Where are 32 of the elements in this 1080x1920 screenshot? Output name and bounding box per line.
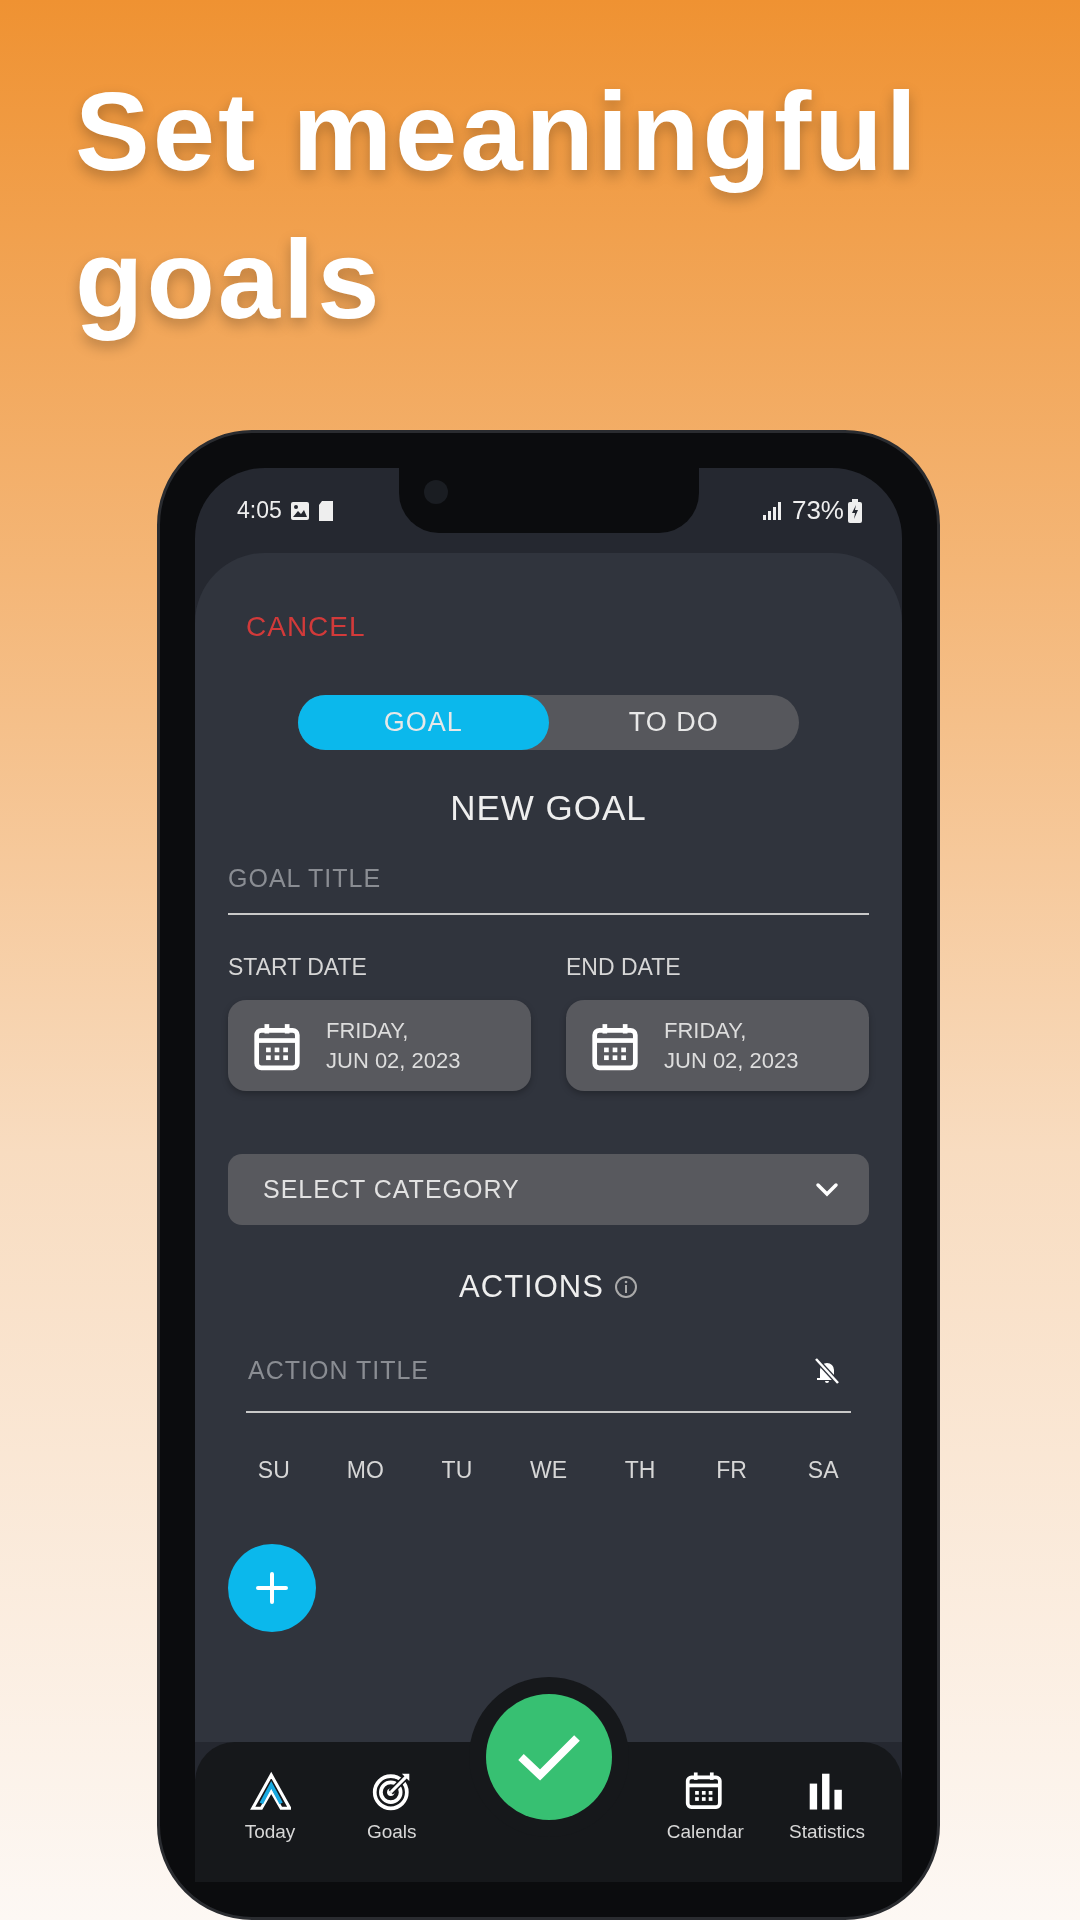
date-label: START DATE bbox=[228, 955, 368, 979]
section-title: ACTIONS bbox=[459, 1267, 604, 1306]
chevron-down-icon bbox=[815, 1181, 839, 1198]
action-title-field[interactable]: ACTION TITLE bbox=[246, 1329, 851, 1413]
nav-tab[interactable]: Today bbox=[215, 1742, 325, 1882]
nav-tab[interactable]: Goals bbox=[336, 1742, 447, 1882]
goal-title-field[interactable]: GOAL TITLE bbox=[228, 843, 869, 915]
form-title: NEW GOAL bbox=[449, 787, 648, 829]
weekday-toggle[interactable]: FR bbox=[685, 1453, 778, 1488]
signal-icon bbox=[761, 500, 784, 521]
date-label: END DATE bbox=[566, 955, 682, 979]
weekday-toggle[interactable]: WE bbox=[502, 1453, 595, 1488]
info-icon[interactable] bbox=[613, 1275, 638, 1299]
sd-card-icon bbox=[317, 499, 334, 522]
weekday-toggle[interactable]: SA bbox=[777, 1453, 869, 1488]
status-time: 4:05 bbox=[237, 496, 282, 526]
battery-percent: 73% bbox=[791, 494, 844, 527]
category-dropdown[interactable]: SELECT CATEGORY bbox=[228, 1154, 869, 1225]
battery-charging-icon bbox=[848, 498, 862, 523]
weekday-toggle[interactable]: MO bbox=[319, 1453, 412, 1488]
weekday-toggle[interactable]: SU bbox=[228, 1453, 320, 1488]
plus-icon bbox=[255, 1570, 289, 1605]
peak-logo-icon bbox=[249, 1770, 291, 1812]
nav-tab[interactable]: Statistics bbox=[772, 1742, 882, 1882]
weekday-toggle[interactable]: TU bbox=[411, 1453, 503, 1488]
headline: Set meaningful goals bbox=[74, 68, 921, 344]
date-picker-button[interactable]: FRIDAY, JUN 02, 2023 bbox=[566, 1000, 869, 1091]
toggle-tab[interactable]: TO DO bbox=[548, 695, 799, 750]
image-icon bbox=[289, 500, 310, 521]
weekday-toggle[interactable]: TH bbox=[594, 1453, 686, 1488]
date-picker-button[interactable]: FRIDAY, JUN 02, 2023 bbox=[228, 1000, 531, 1091]
nav-tab[interactable]: Calendar bbox=[650, 1742, 761, 1882]
